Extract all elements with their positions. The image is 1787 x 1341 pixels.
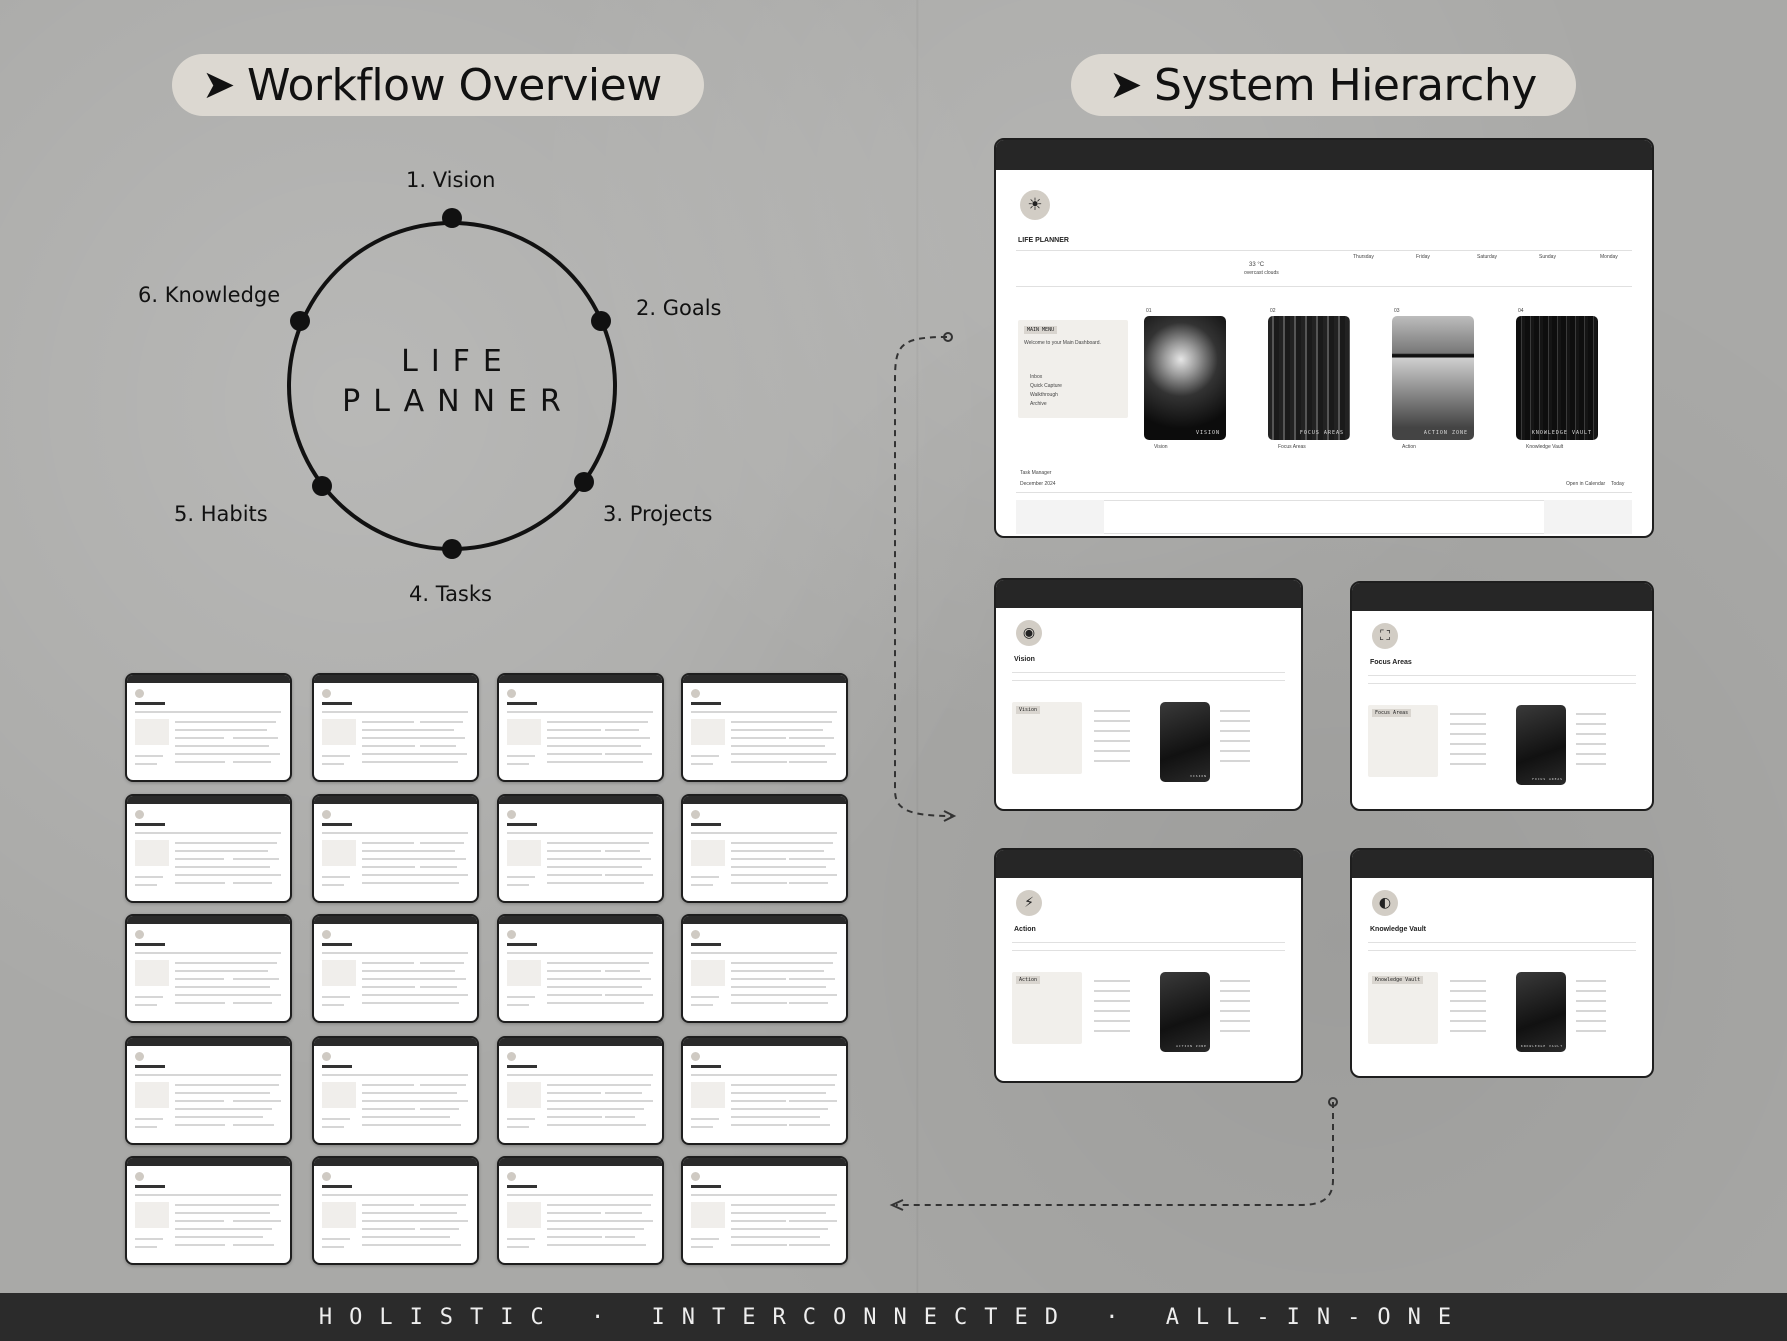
main-menu-link[interactable]: Archive — [1030, 401, 1047, 407]
page-thumbnail[interactable] — [312, 1156, 479, 1265]
page-thumbnail[interactable] — [497, 1156, 664, 1265]
page-icon: ⛶ — [1372, 623, 1398, 649]
weather-condition: overcast clouds — [1244, 270, 1279, 276]
calendar-month: December 2024 — [1020, 481, 1056, 487]
weather-day: Sunday — [1539, 254, 1556, 260]
footer-tagline: HOLISTIC · INTERCONNECTED · ALL-IN-ONE — [318, 1304, 1469, 1330]
card-number: 03 — [1394, 308, 1400, 314]
page-thumbnail[interactable] — [312, 794, 479, 903]
window-header — [996, 140, 1652, 170]
sub-page-tag: Knowledge Vault — [1372, 976, 1424, 984]
sun-icon: ☀ — [1020, 190, 1050, 220]
sub-page-preview[interactable]: ⚡ Action Action ACTION ZONE — [994, 848, 1303, 1083]
step-tasks: 4. Tasks — [409, 582, 492, 606]
page-thumbnail[interactable] — [125, 1156, 292, 1265]
main-menu-link[interactable]: Inbox — [1030, 374, 1042, 380]
main-menu-text: Welcome to your Main Dashboard. — [1024, 340, 1101, 346]
card-number: 02 — [1270, 308, 1276, 314]
page-icon: ◉ — [1016, 620, 1042, 646]
cycle-center-line2: PLANNER — [342, 384, 574, 419]
card-label[interactable]: Knowledge Vault — [1526, 444, 1563, 450]
sub-page-tag: Vision — [1016, 706, 1041, 714]
sub-page-title: Action — [1014, 926, 1036, 933]
sub-page-image: ACTION ZONE — [1160, 972, 1210, 1052]
page-thumbnail[interactable] — [497, 673, 664, 782]
card-number: 04 — [1518, 308, 1524, 314]
weather-day: Friday — [1416, 254, 1430, 260]
page-thumbnail[interactable] — [125, 673, 292, 782]
page-thumbnail[interactable] — [497, 794, 664, 903]
card-label[interactable]: Action — [1402, 444, 1416, 450]
sub-page-image: KNOWLEDGE VAULT — [1516, 972, 1566, 1052]
connector-bottom — [896, 1102, 1334, 1206]
card-label[interactable]: Vision — [1154, 444, 1168, 450]
today-button[interactable]: Today — [1611, 481, 1624, 487]
sub-page-title: Vision — [1014, 656, 1035, 663]
footer-banner: HOLISTIC · INTERCONNECTED · ALL-IN-ONE — [0, 1293, 1787, 1341]
cycle-node — [591, 311, 611, 331]
task-manager-label: Task Manager — [1020, 470, 1052, 476]
sub-page-title: Knowledge Vault — [1370, 926, 1427, 933]
main-dashboard-preview[interactable]: ☀ LIFE PLANNER 33 °C overcast clouds Thu… — [994, 138, 1654, 538]
main-menu-tag: MAIN MENU — [1024, 326, 1058, 334]
page-thumbnail[interactable] — [681, 794, 848, 903]
weather-day: Thursday — [1353, 254, 1374, 260]
page-thumbnail[interactable] — [312, 914, 479, 1023]
page-thumbnail[interactable] — [681, 1156, 848, 1265]
step-goals: 2. Goals — [636, 296, 722, 320]
open-in-calendar-button[interactable]: Open in Calendar — [1566, 481, 1605, 487]
focus-areas-card-image[interactable]: FOCUS AREAS — [1268, 316, 1350, 440]
weather-day: Saturday — [1477, 254, 1498, 260]
vision-card-image[interactable]: VISION — [1144, 316, 1226, 440]
connector-top — [894, 336, 953, 817]
card-caption: KNOWLEDGE VAULT — [1531, 430, 1592, 436]
page-icon: ◐ — [1372, 890, 1398, 916]
step-knowledge: 6. Knowledge — [138, 283, 281, 307]
sub-page-image: FOCUS AREAS — [1516, 705, 1566, 785]
page-thumbnail[interactable] — [312, 673, 479, 782]
page-icon: ⚡ — [1016, 890, 1042, 916]
card-number: 01 — [1146, 308, 1152, 314]
step-vision: 1. Vision — [406, 168, 496, 192]
sub-page-title: Focus Areas — [1370, 659, 1412, 666]
card-caption: ACTION ZONE — [1423, 430, 1468, 436]
page-thumbnail[interactable] — [125, 794, 292, 903]
page-thumbnail[interactable] — [497, 914, 664, 1023]
main-menu-link[interactable]: Quick Capture — [1030, 383, 1062, 389]
page-thumbnail[interactable] — [681, 673, 848, 782]
knowledge-vault-card-image[interactable]: KNOWLEDGE VAULT — [1516, 316, 1598, 440]
card-label[interactable]: Focus Areas — [1278, 444, 1306, 450]
card-caption: VISION — [1195, 430, 1220, 436]
sub-page-tag: Focus Areas — [1372, 709, 1412, 717]
sub-page-tag: Action — [1016, 976, 1041, 984]
weather-temp: 33 °C — [1249, 262, 1265, 268]
step-habits: 5. Habits — [174, 502, 268, 526]
cycle-node — [312, 476, 332, 496]
weather-day: Monday — [1600, 254, 1618, 260]
page-thumbnail[interactable] — [681, 1036, 848, 1145]
page-thumbnail[interactable] — [125, 1036, 292, 1145]
dashboard-title: LIFE PLANNER — [1018, 237, 1069, 244]
sub-page-image: VISION — [1160, 702, 1210, 782]
cycle-node — [290, 311, 310, 331]
page-thumbnail[interactable] — [312, 1036, 479, 1145]
step-projects: 3. Projects — [603, 502, 713, 526]
cycle-node — [574, 472, 594, 492]
page-thumbnail[interactable] — [681, 914, 848, 1023]
cycle-node — [442, 208, 462, 228]
page-thumbnail[interactable] — [497, 1036, 664, 1145]
connector-arrow — [943, 810, 957, 822]
sub-page-preview[interactable]: ⛶ Focus Areas Focus Areas FOCUS AREAS — [1350, 581, 1654, 811]
main-menu-link[interactable]: Walkthrough — [1030, 392, 1058, 398]
card-caption: FOCUS AREAS — [1299, 430, 1344, 436]
sub-page-preview[interactable]: ◉ Vision Vision VISION — [994, 578, 1303, 811]
cycle-node — [442, 539, 462, 559]
cycle-center-line1: LIFE — [401, 344, 515, 379]
sub-page-preview[interactable]: ◐ Knowledge Vault Knowledge Vault KNOWLEDGE… — [1350, 848, 1654, 1078]
page-thumbnail[interactable] — [125, 914, 292, 1023]
action-card-image[interactable]: ACTION ZONE — [1392, 316, 1474, 440]
